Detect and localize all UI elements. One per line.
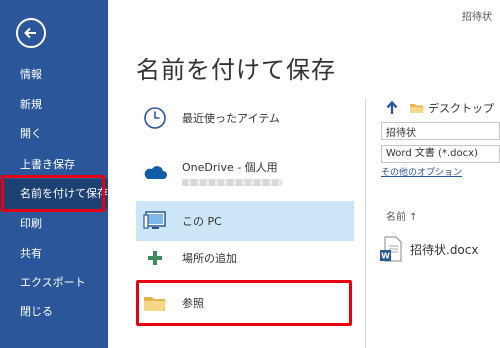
name-column-header[interactable]: 名前 ↑: [386, 208, 418, 223]
save-as-highlight-box: [1, 175, 105, 212]
save-as-backstage: 情報 新規 開く 上書き保存 名前を付けて保存 印刷 共有 エクスポート 閉じる…: [0, 0, 500, 348]
folder-path: デスクトップ: [386, 100, 494, 116]
sidebar-item-close[interactable]: 閉じる: [0, 297, 108, 327]
word-doc-icon: W: [380, 236, 402, 262]
filetype-select[interactable]: Word 文書 (*.docx): [381, 145, 500, 163]
pane-divider: [365, 98, 366, 348]
back-button[interactable]: [16, 18, 46, 48]
backstage-sidebar: 情報 新規 開く 上書き保存 名前を付けて保存 印刷 共有 エクスポート 閉じる: [0, 0, 108, 348]
more-options-link[interactable]: その他のオプション: [381, 165, 462, 178]
file-name: 招待状.docx: [410, 242, 479, 257]
location-this-pc[interactable]: この PC: [136, 201, 354, 241]
current-folder-label[interactable]: デスクトップ: [428, 100, 494, 116]
page-title: 名前を付けて保存: [136, 56, 336, 84]
computer-icon: [142, 208, 168, 234]
browse-highlight-box: [136, 280, 352, 326]
sidebar-item-info[interactable]: 情報: [0, 60, 108, 90]
cloud-icon: [142, 159, 168, 185]
sidebar-item-new[interactable]: 新規: [0, 90, 108, 120]
plus-icon: [142, 245, 168, 271]
clock-icon: [142, 105, 168, 131]
back-arrow-icon: [24, 27, 36, 39]
location-add-place[interactable]: 場所の追加: [136, 238, 354, 278]
up-arrow-icon[interactable]: [386, 101, 398, 115]
document-title: 招待状: [462, 12, 492, 23]
file-list-item[interactable]: W 招待状.docx: [380, 232, 500, 266]
location-recent[interactable]: 最近使ったアイテム: [136, 98, 354, 138]
account-email-blurred: [182, 178, 282, 186]
location-onedrive[interactable]: OneDrive - 個人用: [136, 152, 354, 192]
location-label: OneDrive - 個人用: [182, 160, 278, 174]
svg-text:W: W: [381, 252, 390, 261]
sidebar-item-export[interactable]: エクスポート: [0, 268, 108, 298]
filename-input[interactable]: [381, 122, 500, 140]
location-label: この PC: [182, 215, 222, 228]
location-label: 場所の追加: [182, 252, 237, 265]
sidebar-item-share[interactable]: 共有: [0, 239, 108, 269]
location-label: 最近使ったアイテム: [182, 112, 280, 125]
folder-icon: [410, 104, 424, 113]
sidebar-item-open[interactable]: 開く: [0, 119, 108, 149]
sidebar-item-print[interactable]: 印刷: [0, 209, 108, 239]
